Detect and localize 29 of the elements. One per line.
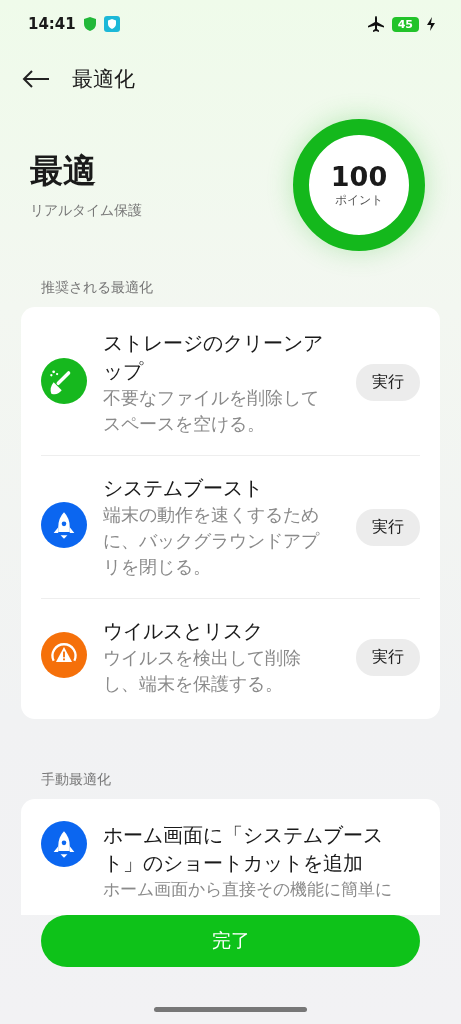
item-description: 端末の動作を速くするために、バックグラウンドアプリを閉じる。 <box>103 502 321 580</box>
clock: 14:41 <box>28 15 76 34</box>
item-title: ウイルスとリスク <box>103 618 264 646</box>
item-title: ストレージのクリーンアップ <box>103 329 324 385</box>
rocket-icon <box>41 821 87 868</box>
run-button[interactable]: 実行 <box>356 638 420 676</box>
broom-icon <box>41 357 87 404</box>
rocket-icon <box>41 502 87 548</box>
status-heading: 最適 <box>30 150 97 193</box>
charging-icon <box>427 17 435 32</box>
shield-icon <box>103 16 120 33</box>
item-title: ホーム画面に「システムブースト」のショートカットを追加 <box>103 822 384 878</box>
run-button[interactable]: 実行 <box>356 364 420 402</box>
run-button[interactable]: 実行 <box>356 508 420 546</box>
status-subtitle: リアルタイム保護 <box>30 202 142 221</box>
item-description: ウイルスを検出して削除し、端末を保護する。 <box>103 646 302 697</box>
item-description: ホーム画面から直接その機能に簡単に <box>103 878 389 902</box>
airplane-icon <box>367 16 384 33</box>
section-label: 手動最適化 <box>40 770 112 790</box>
shield-icon <box>83 17 96 32</box>
back-button[interactable] <box>22 68 50 89</box>
score-unit: ポイント <box>335 191 383 209</box>
page-title: 最適化 <box>72 65 135 93</box>
warning-icon <box>41 632 87 679</box>
item-description: 不要なファイルを削除してスペースを空ける。 <box>103 385 320 436</box>
item-title: システムブースト <box>103 474 264 502</box>
score-value: 100 <box>330 160 388 192</box>
section-label: 推奨される最適化 <box>40 277 154 297</box>
battery-indicator: 45 <box>391 16 419 32</box>
